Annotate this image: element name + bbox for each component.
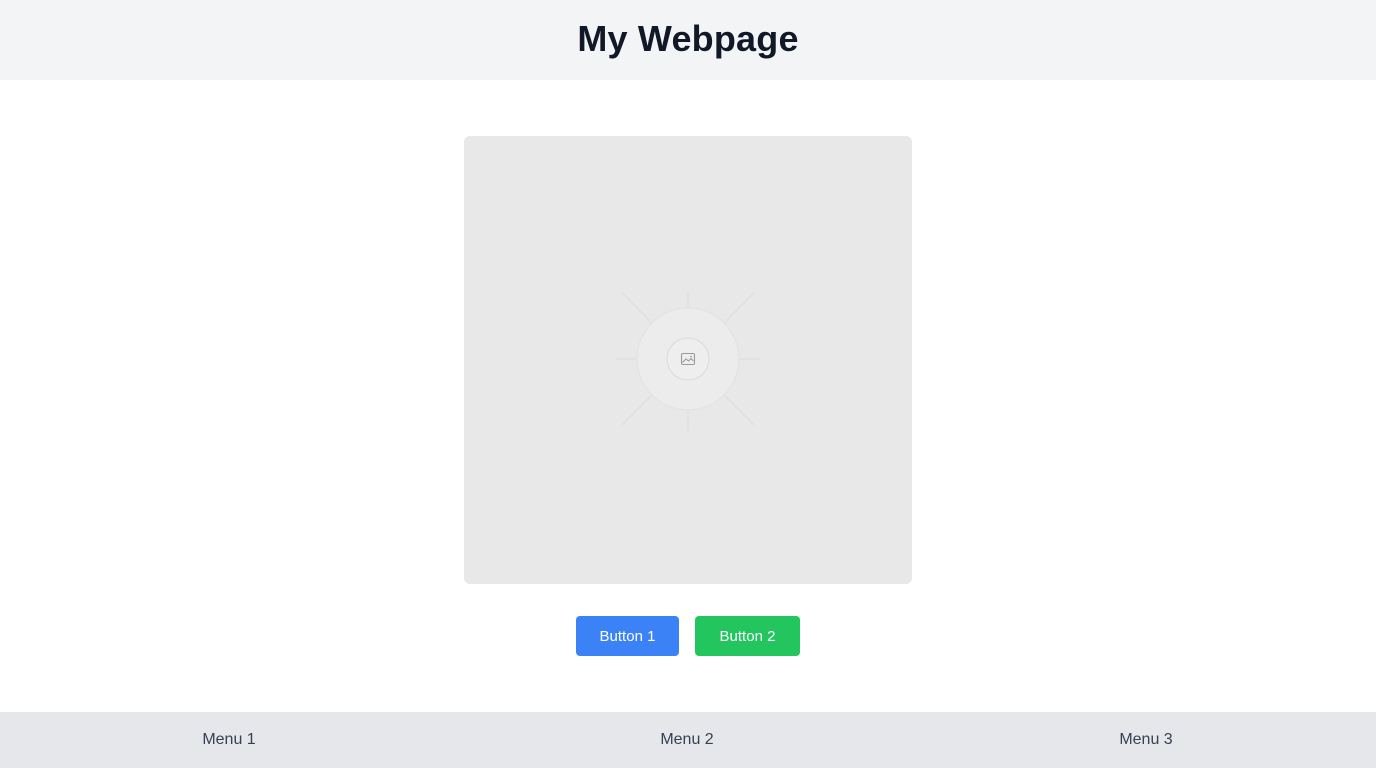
button-row: Button 1 Button 2 [0,616,1376,656]
button-2[interactable]: Button 2 [695,616,800,656]
page-title: My Webpage [577,18,799,59]
bottom-nav: Menu 1 Menu 2 Menu 3 [0,712,1376,768]
menu-item-1[interactable]: Menu 1 [202,712,255,768]
menu-item-2[interactable]: Menu 2 [660,712,713,768]
page: My Webpage Button 1 Button 2 Menu 1 Menu… [0,0,1376,768]
button-1[interactable]: Button 1 [576,616,679,656]
page-header: My Webpage [0,0,1376,80]
menu-item-3[interactable]: Menu 3 [1119,712,1172,768]
image-placeholder [464,136,912,584]
placeholder-graphic [616,291,760,431]
